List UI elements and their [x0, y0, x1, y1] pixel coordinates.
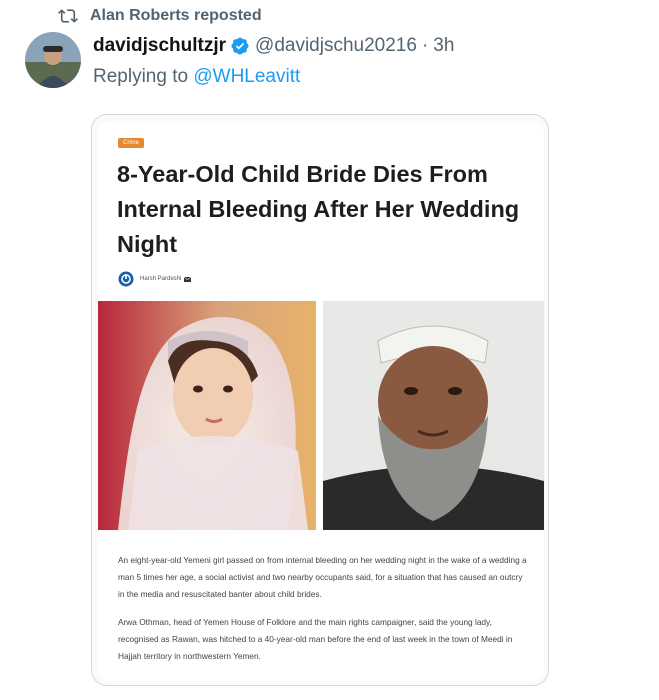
- repost-label: Alan Roberts reposted: [90, 7, 262, 24]
- article-headline: 8-Year-Old Child Bride Dies From Interna…: [117, 161, 520, 257]
- child-photo: [98, 301, 316, 530]
- tweet-header: davidjschultzjr @davidjschu20216 · 3h: [93, 35, 454, 57]
- article-author: Harsh Pardeshi: [140, 276, 182, 282]
- reply-prefix: Replying to: [93, 66, 194, 87]
- repost-icon: [58, 6, 78, 26]
- separator: ·: [421, 35, 429, 56]
- author-handle[interactable]: @davidjschu20216: [255, 35, 417, 57]
- man-photo: [323, 301, 544, 530]
- article-screenshot: Crime 8-Year-Old Child Bride Dies From I…: [98, 121, 544, 681]
- author-name[interactable]: davidjschultzjr: [93, 35, 226, 57]
- reply-mention-link[interactable]: @WHLeavitt: [193, 66, 300, 87]
- avatar[interactable]: [25, 32, 81, 88]
- timestamp[interactable]: 3h: [433, 35, 454, 57]
- verified-badge-icon[interactable]: [230, 36, 250, 56]
- article-byline: Harsh Pardeshi: [118, 271, 192, 287]
- site-logo-icon: [118, 271, 134, 287]
- category-tag: Crime: [118, 138, 144, 148]
- replying-to: Replying to @WHLeavitt: [93, 66, 300, 88]
- repost-indicator[interactable]: Alan Roberts reposted: [58, 6, 262, 26]
- tweet-media-image[interactable]: Crime 8-Year-Old Child Bride Dies From I…: [91, 114, 549, 686]
- article-paragraph: An eight-year-old Yemeni girl passed on …: [118, 555, 527, 599]
- article-paragraph: Arwa Othman, head of Yemen House of Folk…: [118, 617, 513, 661]
- mail-icon: [184, 276, 192, 282]
